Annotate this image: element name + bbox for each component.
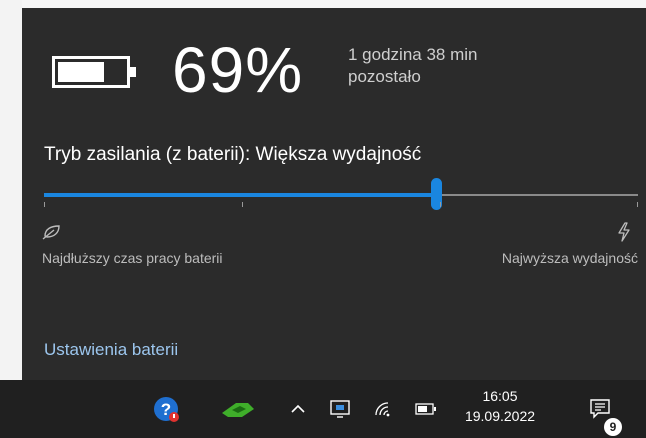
wifi-icon[interactable] (370, 392, 396, 426)
leaf-battery-saver-icon (42, 225, 60, 240)
clock-date: 19.09.2022 (464, 408, 536, 424)
desktop-edge (0, 0, 22, 380)
battery-large-icon (52, 56, 136, 88)
battery-settings-link[interactable]: Ustawienia baterii (44, 340, 178, 360)
nvidia-icon[interactable] (216, 392, 260, 426)
power-mode-title: Tryb zasilania (z baterii): Większa wyda… (44, 144, 422, 165)
slider-label-best-performance: Najwyższa wydajność (501, 250, 638, 266)
slider-tick (440, 202, 441, 207)
screen: 69% 1 godzina 38 min pozostało Tryb zasi… (0, 0, 646, 438)
time-remaining: 1 godzina 38 min pozostało (348, 44, 477, 88)
slider-label-battery-saver: Najdłuższy czas pracy baterii (42, 250, 223, 266)
power-mode-slider[interactable] (44, 178, 638, 218)
lightning-bolt-icon (618, 222, 630, 242)
clock-time: 16:05 (482, 388, 518, 404)
display-icon[interactable] (326, 392, 354, 426)
desktop-background (0, 0, 646, 8)
notification-count-badge: 9 (604, 418, 622, 436)
time-remaining-value: 1 godzina 38 min (348, 45, 478, 64)
slider-tick (44, 202, 45, 207)
battery-nub (130, 67, 136, 77)
slider-tick (242, 202, 243, 207)
help-icon[interactable]: ? (148, 392, 184, 426)
show-hidden-icons-chevron[interactable] (286, 392, 310, 426)
taskbar: ? 16:05 19.09.2022 (0, 380, 646, 438)
battery-flyout: 69% 1 godzina 38 min pozostało Tryb zasi… (22, 8, 646, 380)
battery-percent: 69% (172, 34, 304, 106)
slider-tick (637, 202, 638, 207)
slider-track-fill (44, 193, 437, 197)
time-remaining-label: pozostało (348, 67, 421, 86)
battery-level-fill (58, 62, 104, 82)
battery-icon[interactable] (412, 392, 440, 426)
taskbar-clock[interactable]: 16:05 19.09.2022 (460, 386, 540, 426)
